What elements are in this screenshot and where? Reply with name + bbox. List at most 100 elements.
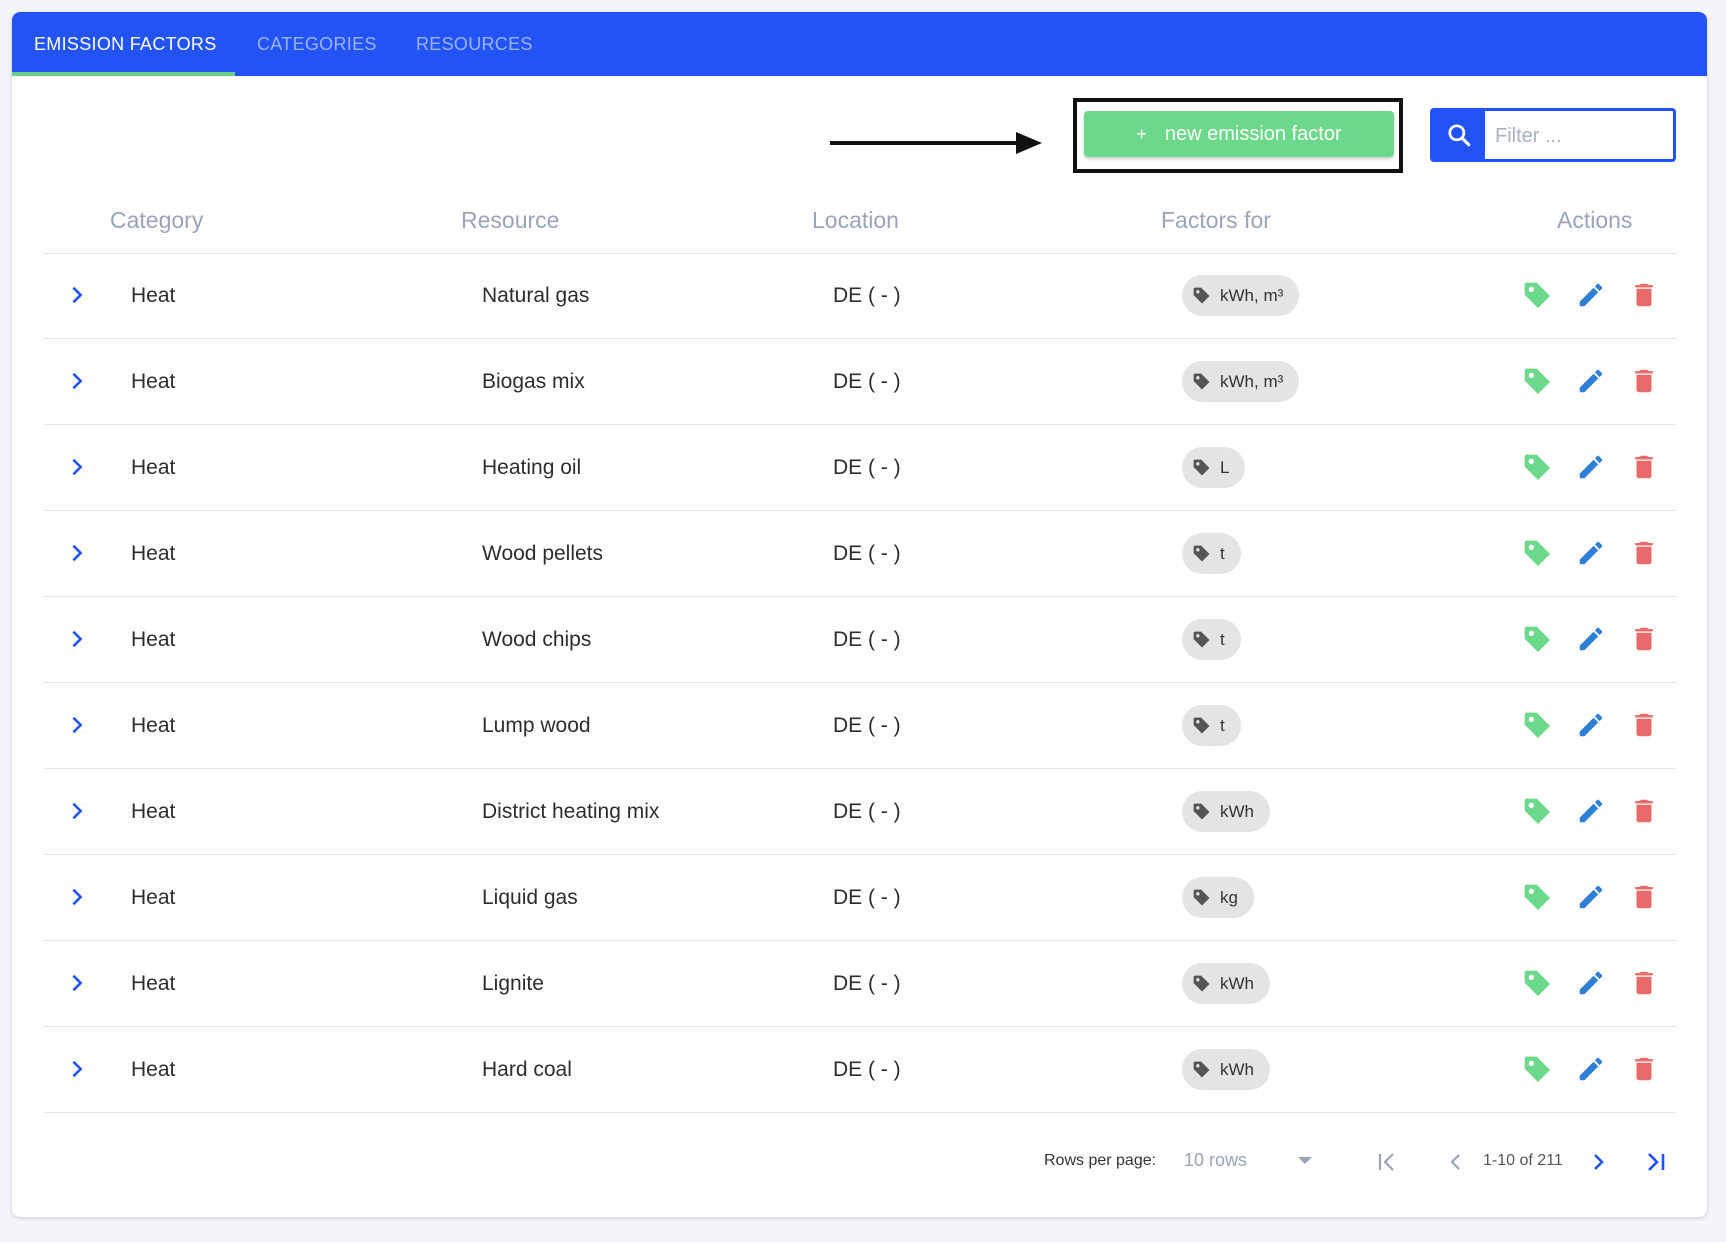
location-cell: DE ( - )	[833, 456, 901, 479]
trash-icon[interactable]	[1629, 366, 1659, 396]
rows-per-page-select[interactable]: 10 rows	[1184, 1145, 1324, 1175]
dropdown-caret-icon	[1298, 1157, 1312, 1164]
chevron-right-icon[interactable]	[66, 1058, 88, 1080]
factor-unit-label: t	[1220, 629, 1225, 649]
column-header-factors-for[interactable]: Factors for	[1161, 187, 1271, 253]
chevron-right-icon[interactable]	[66, 370, 88, 392]
tag-icon[interactable]	[1522, 968, 1554, 1000]
category-cell: Heat	[131, 456, 176, 479]
edit-icon[interactable]	[1576, 968, 1606, 998]
factor-unit-chip[interactable]: kWh	[1182, 963, 1270, 1004]
edit-icon[interactable]	[1576, 624, 1606, 654]
new-emission-factor-label: new emission factor	[1164, 123, 1342, 145]
resource-cell: Lump wood	[482, 714, 591, 737]
category-cell: Heat	[131, 542, 176, 565]
category-cell: Heat	[131, 370, 176, 393]
filter-input[interactable]	[1493, 111, 1667, 161]
resource-cell: Heating oil	[482, 456, 582, 479]
chevron-right-icon[interactable]	[66, 284, 88, 306]
trash-icon[interactable]	[1629, 1054, 1659, 1084]
rows-per-page-label: Rows per page:	[1044, 1152, 1157, 1169]
tag-icon[interactable]	[1522, 710, 1554, 742]
search-button[interactable]	[1433, 111, 1485, 159]
active-tab-indicator	[12, 72, 235, 76]
edit-icon[interactable]	[1576, 538, 1606, 568]
table-row: Heat Wood pellets DE ( - ) t	[44, 511, 1676, 597]
table-row: Heat Lump wood DE ( - ) t	[44, 683, 1676, 769]
tag-icon[interactable]	[1522, 452, 1554, 484]
factor-unit-label: kWh, m³	[1220, 371, 1284, 391]
table-header: Category Resource Location Factors for A…	[44, 187, 1676, 254]
factor-unit-chip[interactable]: t	[1182, 705, 1241, 746]
tag-icon[interactable]	[1522, 1054, 1554, 1086]
table-row: Heat Biogas mix DE ( - ) kWh, m³	[44, 339, 1676, 425]
resource-cell: District heating mix	[482, 800, 660, 823]
tag-icon	[1193, 373, 1210, 389]
pagination-range: 1-10 of 211	[1483, 1152, 1563, 1169]
tag-icon	[1193, 631, 1210, 647]
edit-icon[interactable]	[1576, 366, 1606, 396]
location-cell: DE ( - )	[833, 800, 901, 823]
trash-icon[interactable]	[1629, 968, 1659, 998]
chevron-right-icon[interactable]	[66, 456, 88, 478]
trash-icon[interactable]	[1629, 710, 1659, 740]
new-emission-factor-button[interactable]: + new emission factor	[1084, 111, 1394, 157]
edit-icon[interactable]	[1576, 1054, 1606, 1084]
edit-icon[interactable]	[1576, 710, 1606, 740]
trash-icon[interactable]	[1629, 882, 1659, 912]
chevron-right-icon[interactable]	[66, 628, 88, 650]
edit-icon[interactable]	[1576, 796, 1606, 826]
factor-unit-chip[interactable]: kWh	[1182, 1049, 1270, 1090]
tag-icon[interactable]	[1522, 366, 1554, 398]
tag-icon[interactable]	[1522, 280, 1554, 312]
category-cell: Heat	[131, 1058, 176, 1081]
column-header-resource[interactable]: Resource	[461, 187, 559, 253]
factor-unit-chip[interactable]: kg	[1182, 877, 1254, 918]
last-page-icon[interactable]	[1644, 1150, 1668, 1174]
tag-icon[interactable]	[1522, 796, 1554, 828]
chevron-right-icon[interactable]	[66, 714, 88, 736]
column-header-category[interactable]: Category	[110, 187, 203, 253]
trash-icon[interactable]	[1629, 538, 1659, 568]
chevron-right-icon[interactable]	[66, 800, 88, 822]
tab-emission-factors[interactable]: EMISSION FACTORS	[34, 12, 217, 76]
trash-icon[interactable]	[1629, 452, 1659, 482]
column-header-actions: Actions	[1557, 207, 1633, 233]
tab-categories[interactable]: CATEGORIES	[257, 12, 377, 76]
factor-unit-chip[interactable]: t	[1182, 619, 1241, 660]
tag-icon	[1193, 287, 1210, 303]
edit-icon[interactable]	[1576, 882, 1606, 912]
trash-icon[interactable]	[1629, 624, 1659, 654]
table-row: Heat Liquid gas DE ( - ) kg	[44, 855, 1676, 941]
tag-icon	[1193, 803, 1210, 819]
factor-unit-label: kWh, m³	[1220, 285, 1284, 305]
edit-icon[interactable]	[1576, 452, 1606, 482]
tab-resources[interactable]: RESOURCES	[416, 12, 533, 76]
next-page-icon[interactable]	[1586, 1150, 1610, 1174]
tag-icon[interactable]	[1522, 624, 1554, 656]
location-cell: DE ( - )	[833, 714, 901, 737]
edit-icon[interactable]	[1576, 280, 1606, 310]
factor-unit-chip[interactable]: kWh, m³	[1182, 275, 1300, 316]
location-cell: DE ( - )	[833, 628, 901, 651]
trash-icon[interactable]	[1629, 796, 1659, 826]
chevron-right-icon[interactable]	[66, 542, 88, 564]
prev-page-icon[interactable]	[1444, 1150, 1468, 1174]
trash-icon[interactable]	[1629, 280, 1659, 310]
factor-unit-chip[interactable]: L	[1182, 447, 1246, 488]
first-page-icon[interactable]	[1375, 1150, 1399, 1174]
factor-unit-chip[interactable]: kWh, m³	[1182, 361, 1300, 402]
resource-cell: Biogas mix	[482, 370, 585, 393]
factor-unit-chip[interactable]: t	[1182, 533, 1241, 574]
tag-icon[interactable]	[1522, 882, 1554, 914]
tag-icon	[1193, 1061, 1210, 1077]
resource-cell: Natural gas	[482, 284, 590, 307]
factor-unit-chip[interactable]: kWh	[1182, 791, 1270, 832]
tag-icon[interactable]	[1522, 538, 1554, 570]
chevron-right-icon[interactable]	[66, 886, 88, 908]
column-header-location[interactable]: Location	[812, 187, 899, 253]
tag-icon	[1193, 717, 1210, 733]
rows-per-page-value: 10 rows	[1184, 1150, 1248, 1170]
location-cell: DE ( - )	[833, 972, 901, 995]
chevron-right-icon[interactable]	[66, 972, 88, 994]
